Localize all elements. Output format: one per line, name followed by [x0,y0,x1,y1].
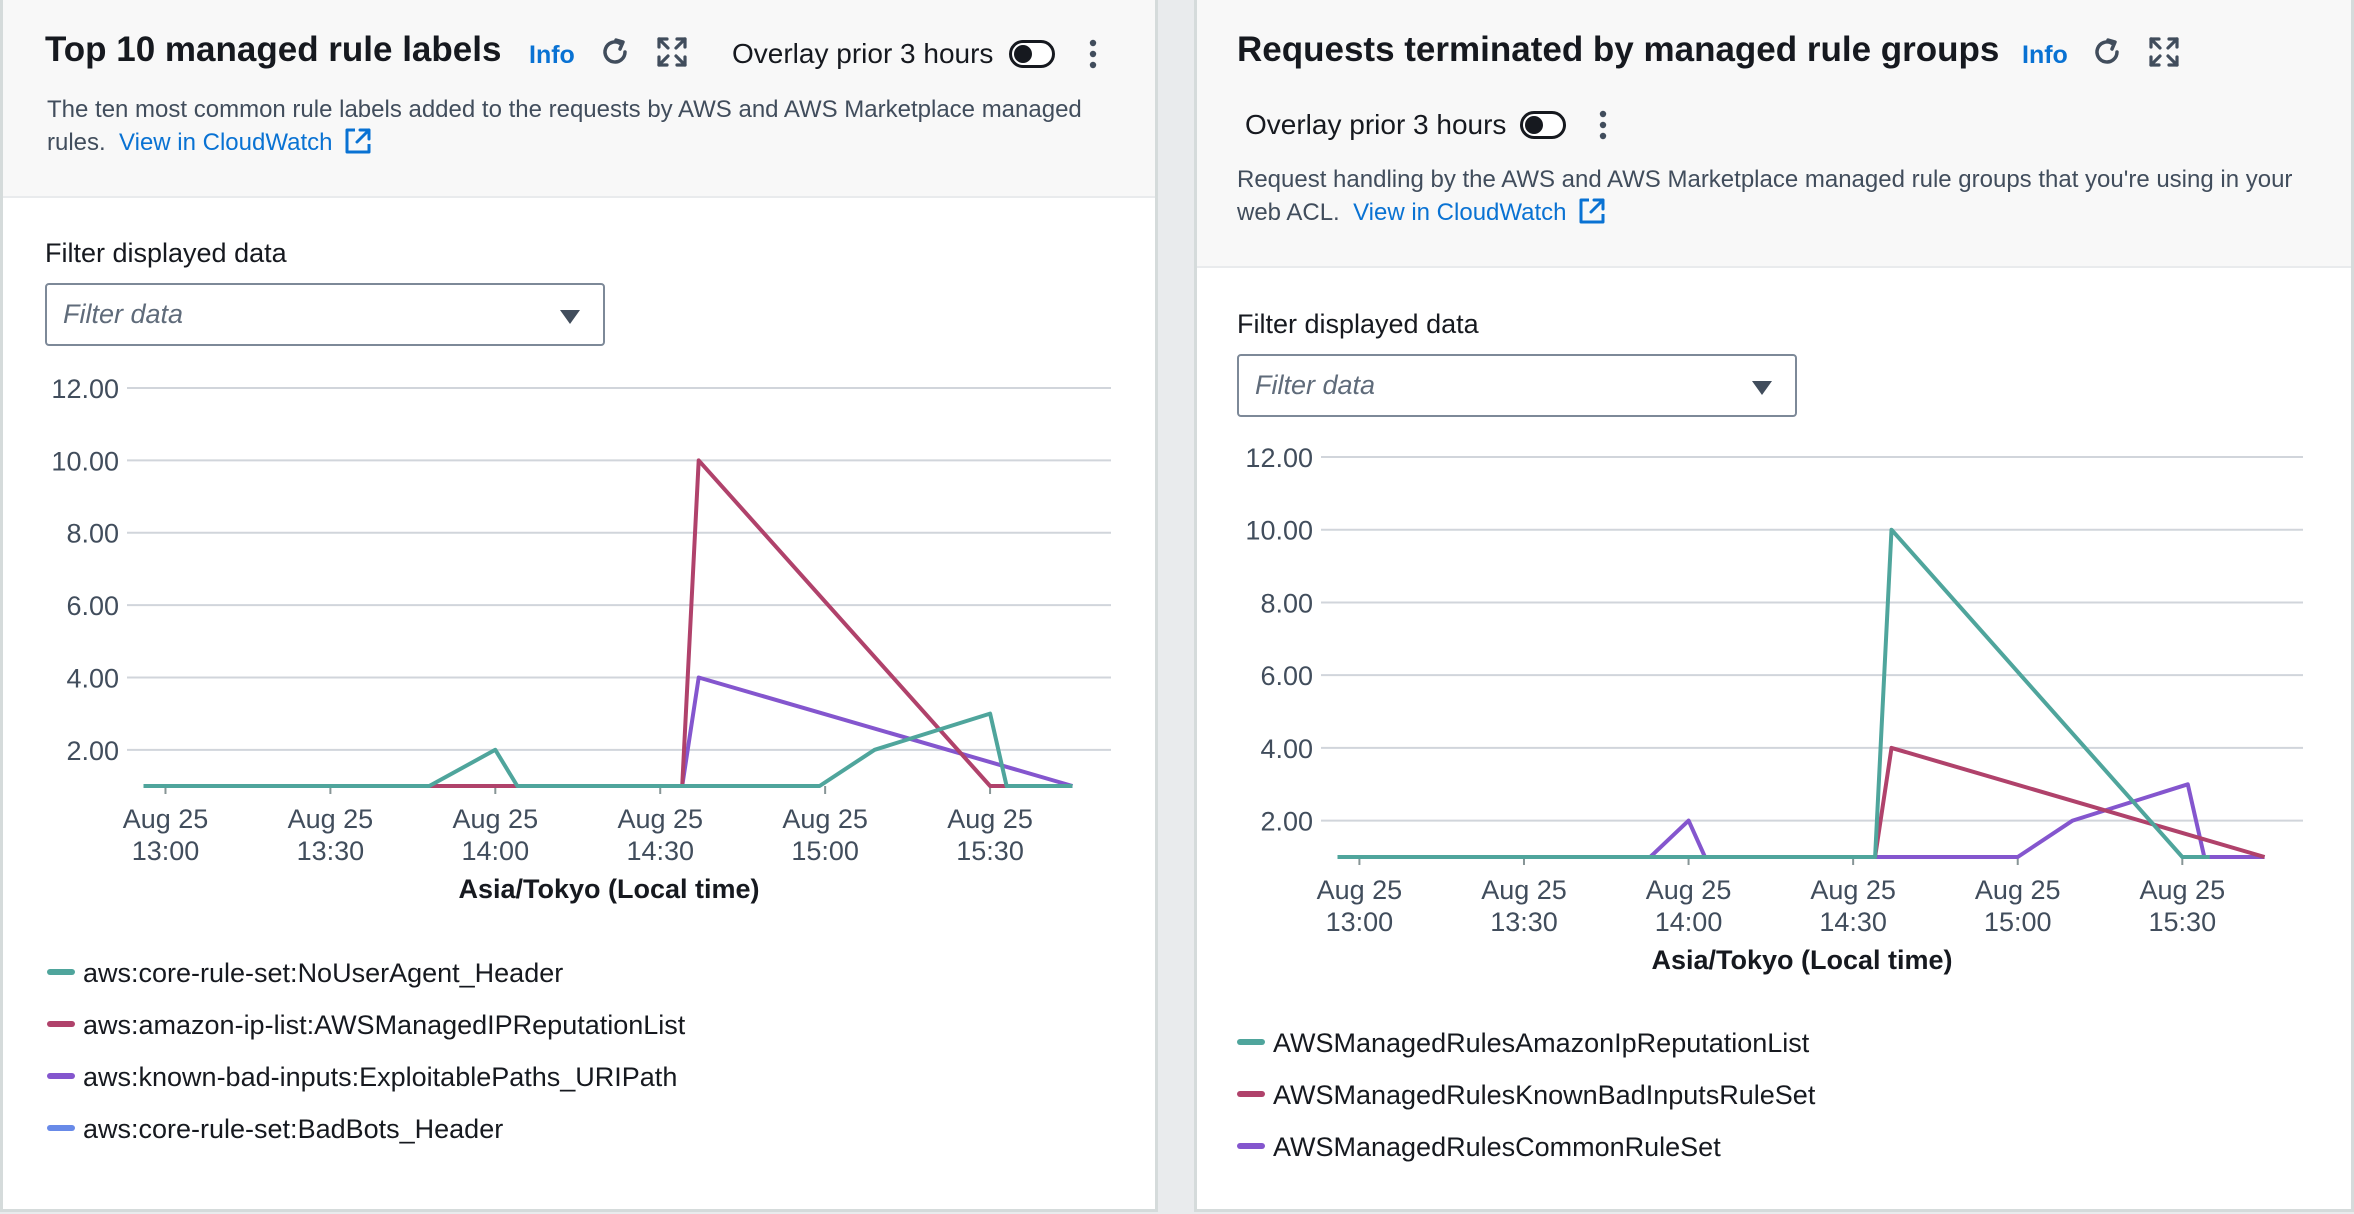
x-tick-label-time: 15:30 [956,836,1024,866]
overlay-toggle-label: Overlay prior 3 hours [1245,109,1507,140]
fullscreen-icon[interactable] [2148,36,2180,68]
x-tick-label-date: Aug 25 [617,804,703,834]
refresh-icon[interactable] [598,35,632,69]
legend-swatch [1237,1142,1265,1149]
filter-dropdown[interactable]: Filter data [45,283,605,346]
x-tick-label-time: 14:30 [626,836,694,866]
x-tick-label-time: 15:00 [1984,907,2052,937]
series-line [264,675,1074,788]
info-link[interactable]: Info [2022,41,2068,70]
filter-dropdown[interactable]: Filter data [1237,354,1797,417]
legend-swatch [47,1020,75,1027]
x-tick-label-time: 13:00 [1326,907,1394,937]
overlay-toggle[interactable] [1009,40,1055,68]
legend-item[interactable]: AWSManagedRulesCommonRuleSet [1237,1132,1721,1163]
y-tick-label: 10.00 [51,446,119,476]
legend-swatch [47,1072,75,1079]
legend-swatch [1237,1038,1265,1045]
x-tick-label-date: Aug 25 [947,804,1033,834]
legend-label: AWSManagedRulesCommonRuleSet [1273,1132,1721,1162]
legend-label: AWSManagedRulesAmazonIpReputationList [1273,1028,1810,1058]
legend-label: aws:known-bad-inputs:ExploitablePaths_UR… [83,1062,678,1092]
legend-label: aws:core-rule-set:NoUserAgent_Header [83,958,564,988]
y-tick-label: 4.00 [66,663,119,693]
chart-managed-rule-labels: 2.004.006.008.0010.0012.00Aug 2513:00Aug… [51,374,1111,904]
y-tick-label: 4.00 [1260,734,1313,764]
more-vertical-icon[interactable] [1087,38,1099,70]
x-tick-label-date: Aug 25 [782,804,868,834]
filter-placeholder: Filter data [63,299,184,329]
legend-swatch [47,968,75,975]
panel-description: Request handling by the AWS and AWS Mark… [1237,164,2317,229]
refresh-icon[interactable] [2090,35,2124,69]
panel-header: Top 10 managed rule labels Info Overlay … [3,0,1155,198]
x-tick-label-date: Aug 25 [1975,875,2061,905]
panel-header: Requests terminated by managed rule grou… [1197,0,2351,268]
series-line [1337,527,2210,859]
panel-description: The ten most common rule labels added to… [47,94,1107,159]
legend-swatch [1237,1090,1265,1097]
y-tick-label: 12.00 [51,374,119,404]
x-tick-label-time: 13:30 [1490,907,1558,937]
legend-item[interactable]: aws:core-rule-set:BadBots_Header [47,1114,503,1145]
x-tick-label-time: 14:00 [462,836,530,866]
x-tick-label-date: Aug 25 [1810,875,1896,905]
y-tick-label: 6.00 [66,591,119,621]
overlay-toggle-label: Overlay prior 3 hours [732,38,994,69]
managed-rule-groups-panel: Requests terminated by managed rule grou… [1194,0,2354,1212]
y-tick-label: 2.00 [1260,807,1313,837]
external-link-icon [1579,198,1605,224]
cloudwatch-link-label: View in CloudWatch [119,129,333,156]
x-axis-title: Asia/Tokyo (Local time) [458,874,759,904]
cloudwatch-link[interactable]: View in CloudWatch [112,128,373,156]
x-tick-label-date: Aug 25 [453,804,539,834]
legend-label: aws:core-rule-set:BadBots_Header [83,1114,504,1144]
filter-label: Filter displayed data [1237,309,1479,339]
caret-down-icon [560,310,580,324]
legend-item[interactable]: aws:known-bad-inputs:ExploitablePaths_UR… [47,1062,677,1093]
filter-placeholder: Filter data [1255,370,1376,400]
y-tick-label: 8.00 [1260,588,1313,618]
panel-title: Top 10 managed rule labels [45,30,502,69]
y-tick-label: 6.00 [1260,661,1313,691]
x-tick-label-time: 14:00 [1655,907,1723,937]
x-tick-label-time: 15:30 [2149,907,2217,937]
x-tick-label-date: Aug 25 [123,804,209,834]
cloudwatch-link[interactable]: View in CloudWatch [1346,198,1607,226]
x-tick-label-date: Aug 25 [1646,875,1732,905]
y-tick-label: 2.00 [66,736,119,766]
x-tick-label-time: 14:30 [1819,907,1887,937]
x-tick-label-date: Aug 25 [288,804,374,834]
external-link-icon [345,128,371,154]
caret-down-icon [1752,381,1772,395]
info-link[interactable]: Info [529,41,575,70]
legend-swatch [47,1124,75,1131]
x-tick-label-date: Aug 25 [1481,875,1567,905]
filter-label: Filter displayed data [45,238,287,268]
chart-managed-rule-groups: 2.004.006.008.0010.0012.00Aug 2513:00Aug… [1245,443,2303,975]
legend-item[interactable]: aws:core-rule-set:NoUserAgent_Header [47,958,563,989]
legend-item[interactable]: AWSManagedRulesAmazonIpReputationList [1237,1028,1809,1059]
legend-item[interactable]: AWSManagedRulesKnownBadInputsRuleSet [1237,1080,1815,1111]
overlay-toggle[interactable] [1520,111,1566,139]
y-tick-label: 12.00 [1245,443,1313,473]
fullscreen-icon[interactable] [656,36,688,68]
cloudwatch-link-label: View in CloudWatch [1353,199,1567,226]
legend-label: aws:amazon-ip-list:AWSManagedIPReputatio… [83,1010,686,1040]
legend-label: AWSManagedRulesKnownBadInputsRuleSet [1273,1080,1816,1110]
y-tick-label: 10.00 [1245,516,1313,546]
x-axis-title: Asia/Tokyo (Local time) [1651,945,1952,975]
x-tick-label-date: Aug 25 [2140,875,2226,905]
series-line [225,458,1073,788]
more-vertical-icon[interactable] [1597,109,1609,141]
x-tick-label-time: 13:30 [297,836,365,866]
managed-rule-labels-panel: Top 10 managed rule labels Info Overlay … [0,0,1158,1212]
x-tick-label-date: Aug 25 [1317,875,1403,905]
x-tick-label-time: 15:00 [791,836,859,866]
y-tick-label: 8.00 [66,519,119,549]
panel-title: Requests terminated by managed rule grou… [1237,30,2000,69]
legend-item[interactable]: aws:amazon-ip-list:AWSManagedIPReputatio… [47,1010,685,1041]
x-tick-label-time: 13:00 [132,836,200,866]
